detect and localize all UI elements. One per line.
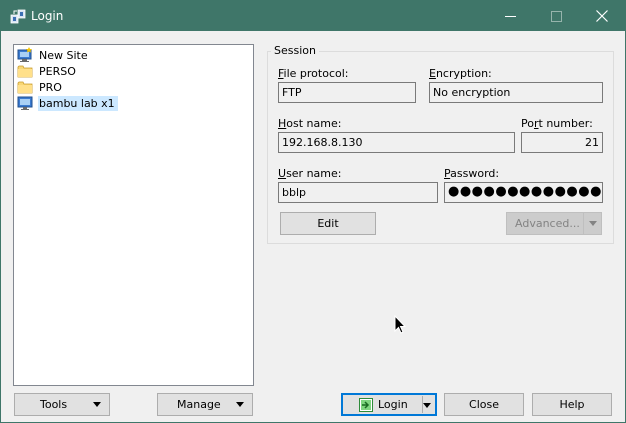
login-button-label: Login (378, 398, 408, 411)
file-protocol-select[interactable]: FTP (278, 82, 416, 103)
help-button-label: Help (559, 398, 585, 411)
mouse-cursor-icon (394, 315, 406, 334)
close-button-label: Close (469, 398, 499, 411)
password-input[interactable]: ●●●●●●●●●●●●●●●● (444, 182, 603, 203)
tools-button[interactable]: Tools (14, 393, 110, 416)
login-dropdown-arrow[interactable] (420, 395, 434, 416)
login-dialog: Login New Site PERSO PRO bambu lab x1 Se… (0, 0, 626, 423)
password-label: Password: (444, 167, 500, 180)
advanced-button-label: Advanced... (515, 217, 580, 230)
host-name-label: Host name: (278, 117, 342, 130)
encryption-label: Encryption: (429, 67, 492, 80)
chevron-down-icon (93, 402, 101, 407)
winscp-icon (10, 9, 26, 24)
site-tree-item-perso[interactable]: PERSO (17, 63, 79, 79)
tools-dropdown-arrow (88, 394, 106, 415)
folder-icon (17, 65, 33, 78)
maximize-button[interactable] (533, 1, 579, 31)
user-name-label: User name: (278, 167, 342, 180)
advanced-dropdown-arrow[interactable] (583, 213, 601, 234)
tools-button-label: Tools (40, 398, 68, 411)
close-window-button[interactable] (579, 1, 625, 31)
minimize-button[interactable] (487, 1, 533, 31)
user-name-input[interactable]: bblp (278, 182, 438, 203)
window-title: Login (31, 9, 64, 23)
site-tree-label: PERSO (39, 64, 76, 78)
port-number-input[interactable]: 21 (521, 132, 603, 153)
site-tree-label: PRO (39, 80, 62, 94)
site-tree[interactable]: New Site PERSO PRO bambu lab x1 (13, 44, 254, 386)
manage-dropdown-arrow (231, 394, 249, 415)
advanced-button[interactable]: Advanced... (506, 212, 602, 235)
manage-button-label: Manage (177, 398, 221, 411)
edit-button-label: Edit (317, 217, 339, 230)
new-site-icon (17, 47, 32, 62)
close-button[interactable]: Close (444, 393, 524, 416)
host-name-input[interactable]: 192.168.8.130 (278, 132, 515, 153)
chevron-down-icon (588, 221, 597, 226)
chevron-down-icon (236, 402, 244, 407)
close-icon (596, 10, 608, 22)
minimize-icon (504, 15, 516, 17)
maximize-icon (550, 10, 562, 22)
session-group-title: Session (271, 44, 319, 57)
encryption-select[interactable]: No encryption (429, 82, 603, 103)
site-tree-item-new-site[interactable]: New Site (17, 47, 91, 63)
help-button[interactable]: Help (532, 393, 612, 416)
chevron-down-icon (423, 403, 431, 408)
site-tree-label: bambu lab x1 (38, 95, 118, 111)
manage-button[interactable]: Manage (157, 393, 253, 416)
edit-button[interactable]: Edit (280, 212, 376, 235)
site-tree-label: New Site (39, 48, 88, 62)
login-icon (359, 397, 373, 412)
computer-icon (17, 96, 33, 110)
title-bar[interactable]: Login (1, 1, 625, 31)
port-number-label: Port number: (521, 117, 593, 130)
site-tree-item-pro[interactable]: PRO (17, 79, 65, 95)
login-button[interactable]: Login (341, 393, 437, 416)
file-protocol-label: File protocol: (278, 67, 349, 80)
folder-icon (17, 81, 33, 94)
site-tree-item-bambu-lab-x1[interactable]: bambu lab x1 (17, 95, 118, 111)
